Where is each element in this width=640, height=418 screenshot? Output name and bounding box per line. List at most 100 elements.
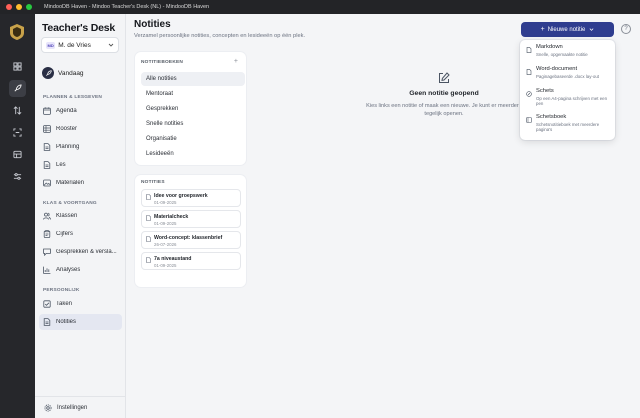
note-item[interactable]: Idee voor groepswerk 01-09-2025 [141, 189, 241, 207]
sidebar-item-label: Materialen [56, 180, 85, 186]
sidebar-item-klassen[interactable]: Klassen [39, 208, 122, 224]
menu-item-desc: Snelle, opgemaakte notitie [536, 52, 588, 57]
rail-database-button[interactable] [9, 146, 26, 163]
menu-item-title: Schetsboek [536, 114, 567, 120]
sidebar-item-label: Notities [56, 319, 77, 325]
app-rail [0, 14, 35, 418]
note-icon [146, 194, 151, 200]
menu-item-word[interactable]: Word-document Paginagebaseerde .docx lay… [520, 64, 615, 86]
sidebar-item-cijfers[interactable]: Cijfers [39, 226, 122, 242]
menu-item-markdown[interactable]: Markdown Snelle, opgemaakte notitie [520, 42, 615, 64]
note-date: 01-09-2025 [154, 221, 177, 226]
sidebar-item-label: Klassen [56, 213, 78, 219]
sidebar-item-label: Taken [56, 301, 73, 307]
sidebar-item-label: Analyses [56, 267, 81, 273]
note-item[interactable]: Word-concept: klassenbrief 26-07-2026 [141, 231, 241, 249]
document-icon [526, 47, 532, 53]
file-icon [43, 161, 51, 169]
notebook-item[interactable]: Mentoraat [141, 87, 245, 101]
menu-item-desc: Op een A4-pagina schrijven met een pen [536, 96, 608, 106]
rail-rocket-button[interactable] [9, 80, 26, 97]
section-title: KLAS & VOORTGANG [43, 201, 97, 206]
rail-home-button[interactable] [9, 58, 26, 75]
plus-icon: + [540, 26, 545, 33]
brand-title: Teacher's Desk [42, 22, 116, 34]
gear-icon [44, 404, 52, 411]
close-window-button[interactable] [6, 4, 12, 10]
sidebar-item-today[interactable]: Vandaag [42, 67, 84, 79]
sidebar-item-label: Vandaag [58, 69, 84, 77]
notebooks-panel: NOTITIEBOEKEN + Alle notities Mentoraat … [135, 52, 246, 165]
sidebar-item-planning[interactable]: Planning [39, 139, 122, 155]
sketchbook-icon [526, 117, 532, 123]
empty-state-text: Kies links een notitie of maak een nieuw… [366, 103, 522, 117]
note-item[interactable]: 7a niveaustand 01-09-2025 [141, 252, 241, 270]
sidebar: Teacher's Desk MD M. de Vries Vandaag PL… [35, 14, 126, 418]
rail-sliders-button[interactable] [9, 168, 26, 185]
sidebar-item-label: Agenda [56, 108, 77, 114]
minimize-window-button[interactable] [16, 4, 22, 10]
notebook-item[interactable]: Alle notities [141, 72, 245, 86]
menu-item-schetsboek[interactable]: Schetsboek Schetsnotitieboek met meerder… [520, 112, 615, 134]
section-title: PLANNEN & LESGEVEN [43, 95, 103, 100]
empty-state-title: Geen notitie geopend [409, 90, 479, 97]
sidebar-item-gesprekken[interactable]: Gesprekken & versla... [39, 244, 122, 260]
user-name: M. de Vries [58, 41, 91, 49]
menu-item-title: Schets [536, 88, 554, 94]
maximize-window-button[interactable] [26, 4, 32, 10]
sidebar-item-taken[interactable]: Taken [39, 296, 122, 312]
window-titlebar: MindooDB Haven - Mindoo Teacher's Desk (… [0, 0, 640, 14]
sidebar-item-label: Planning [56, 144, 80, 150]
menu-item-desc: Schetsnotitieboek met meerdere pagina's [536, 122, 600, 132]
note-icon [146, 236, 151, 242]
note-item[interactable]: Materialcheck 01-09-2025 [141, 210, 241, 228]
note-date: 01-09-2025 [154, 263, 177, 268]
file-icon [43, 143, 51, 151]
pen-icon [526, 91, 532, 97]
notebook-item[interactable]: Gesprekken [141, 102, 245, 116]
menu-item-schets[interactable]: Schets Op een A4-pagina schrijven met ee… [520, 86, 615, 108]
sidebar-item-settings[interactable]: Instellingen [35, 396, 126, 418]
calendar-icon [43, 107, 51, 115]
notes-panel: NOTITIES Idee voor groepswerk 01-09-2025… [135, 175, 246, 287]
sidebar-item-label: Cijfers [56, 231, 74, 237]
sidebar-item-agenda[interactable]: Agenda [39, 103, 122, 119]
notebook-item[interactable]: Organisatie [141, 132, 245, 146]
help-button[interactable]: ? [621, 24, 631, 34]
sidebar-item-rooster[interactable]: Rooster [39, 121, 122, 137]
sidebar-item-materialen[interactable]: Materialen [39, 175, 122, 191]
sidebar-item-label: Les [56, 162, 66, 168]
sidebar-item-les[interactable]: Les [39, 157, 122, 173]
sidebar-item-label: Gesprekken & versla... [56, 249, 117, 255]
user-switcher[interactable]: MD M. de Vries [41, 37, 119, 53]
page-subtitle: Verzamel persoonlijke notities, concepte… [134, 33, 306, 39]
users-icon [43, 212, 51, 220]
rail-scan-button[interactable] [9, 124, 26, 141]
notes-heading: NOTITIES [141, 180, 165, 185]
notebook-item[interactable]: Snelle notities [141, 117, 245, 131]
rocket-icon [42, 67, 54, 79]
window-title: MindooDB Haven - Mindoo Teacher's Desk (… [44, 4, 210, 10]
notebooks-heading: NOTITIEBOEKEN [141, 60, 184, 65]
clipboard-icon [43, 230, 51, 238]
notebook-item[interactable]: Lesideeën [141, 147, 245, 161]
add-notebook-button[interactable]: + [234, 58, 238, 65]
document-icon [526, 69, 532, 75]
sidebar-item-label: Rooster [56, 126, 78, 132]
rail-transfer-button[interactable] [9, 102, 26, 119]
note-title: Materialcheck [154, 214, 189, 220]
sidebar-item-notities[interactable]: Notities [39, 314, 122, 330]
grid-icon [43, 125, 51, 133]
new-note-button[interactable]: + Nieuwe notitie [521, 22, 614, 37]
note-icon [146, 215, 151, 221]
note-title: 7a niveaustand [154, 256, 192, 262]
sidebar-item-analyses[interactable]: Analyses [39, 262, 122, 278]
note-icon [146, 257, 151, 263]
section-title: PERSOONLIJK [43, 288, 80, 293]
edit-note-icon [439, 72, 450, 83]
new-note-menu: Markdown Snelle, opgemaakte notitie Word… [520, 40, 615, 140]
note-title: Idee voor groepswerk [154, 193, 208, 199]
page-title: Notities [134, 19, 171, 30]
app-logo-icon [10, 24, 24, 40]
note-title: Word-concept: klassenbrief [154, 235, 223, 241]
